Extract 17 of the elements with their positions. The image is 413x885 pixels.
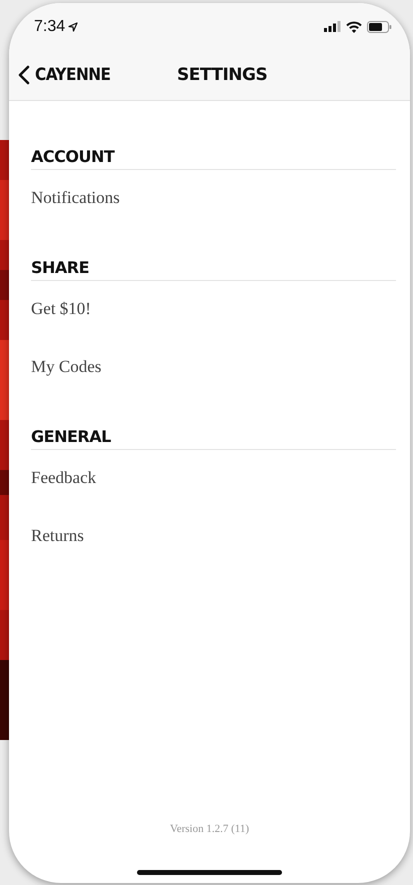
screen-title: SETTINGS bbox=[177, 65, 268, 85]
section-header: SHARE bbox=[31, 257, 396, 281]
version-label: Version 1.2.7 (11) bbox=[170, 823, 250, 835]
settings-item[interactable]: Get $10! bbox=[31, 281, 396, 339]
battery-icon bbox=[367, 20, 392, 32]
wifi-icon bbox=[346, 20, 362, 32]
settings-item[interactable]: Returns bbox=[31, 508, 396, 566]
back-button[interactable]: CAYENNE bbox=[9, 65, 111, 85]
section-header: GENERAL bbox=[31, 426, 396, 450]
settings-item[interactable]: My Codes bbox=[31, 339, 396, 397]
signal-icon bbox=[324, 21, 341, 32]
chevron-left-icon bbox=[18, 65, 30, 85]
section-header: ACCOUNT bbox=[31, 146, 396, 170]
settings-item[interactable]: Notifications bbox=[31, 170, 396, 228]
settings-item[interactable]: Feedback bbox=[31, 450, 396, 508]
location-arrow-icon bbox=[68, 22, 78, 32]
status-time: 7:34 bbox=[34, 18, 66, 36]
